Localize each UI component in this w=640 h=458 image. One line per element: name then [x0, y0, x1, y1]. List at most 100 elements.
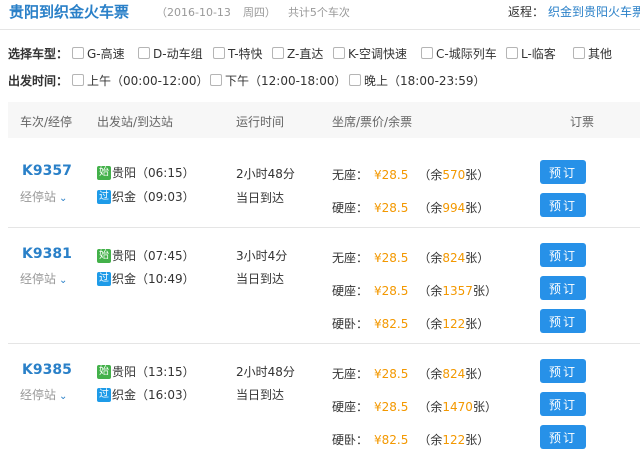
seat-option: 硬卧： ¥82.5 （余122张） [332, 317, 490, 331]
ticket-price: ¥28.5 [374, 168, 409, 182]
col-duration: 运行时间 [236, 115, 285, 129]
departure-time-label: 出发时间： [8, 74, 69, 88]
tickets-left: 122 [442, 433, 466, 447]
col-seats: 坐席/票价/余票 [332, 115, 413, 129]
col-stations: 出发站/到达站 [97, 115, 174, 129]
train-row: K9357 经停站 ⌄ 始贵阳（06:15） 过织金（09:03） 2小时48分 … [8, 138, 640, 228]
page-title: 贵阳到织金火车票 [9, 3, 130, 21]
train-row: K9381 经停站 ⌄ 始贵阳（07:45） 过织金（10:49） 3小时4分 当… [8, 228, 640, 344]
checkbox[interactable] [506, 47, 518, 59]
table-header: 车次/经停 出发站/到达站 运行时间 坐席/票价/余票 订票 [8, 102, 640, 138]
filter-morning[interactable]: 上午（00:00-12:00） [72, 70, 209, 90]
train-type-label: 选择车型： [8, 47, 69, 61]
train-count: 共计5个车次 [287, 6, 350, 19]
departure-station: 始贵阳（06:15） [97, 165, 195, 180]
filter-evening[interactable]: 晚上（18:00-23:59） [349, 70, 486, 90]
chevron-down-icon: ⌄ [59, 193, 68, 204]
tickets-left: 570 [442, 168, 466, 182]
filter-c-intercity[interactable]: C-城际列车 [421, 43, 497, 63]
checkbox[interactable] [213, 47, 225, 59]
book-button[interactable]: 预订 [540, 359, 586, 383]
ticket-price: ¥82.5 [374, 317, 409, 331]
seat-option: 硬座： ¥28.5 （余1470张） [332, 400, 497, 414]
seat-option: 无座： ¥28.5 （余570张） [332, 168, 490, 182]
arrival-day: 当日到达 [236, 388, 285, 402]
travel-duration: 3小时4分 [236, 249, 288, 263]
origin-badge: 始 [97, 165, 111, 180]
col-train: 车次/经停 [20, 115, 73, 129]
stops-toggle[interactable]: 经停站 ⌄ [20, 188, 67, 205]
tickets-left: 994 [442, 201, 466, 215]
filter-d-emu[interactable]: D-动车组 [138, 43, 203, 63]
tickets-left: 122 [442, 317, 466, 331]
ticket-price: ¥82.5 [374, 433, 409, 447]
arrival-station: 过织金（10:49） [97, 271, 195, 286]
tickets-left: 824 [442, 367, 466, 381]
arrival-station: 过织金（16:03） [97, 387, 195, 402]
travel-duration: 2小时48分 [236, 365, 295, 379]
tickets-left: 824 [442, 251, 466, 265]
book-button[interactable]: 预订 [540, 425, 586, 449]
book-button[interactable]: 预订 [540, 193, 586, 217]
checkbox[interactable] [573, 47, 585, 59]
return-trip-link[interactable]: 织金到贵阳火车票 [548, 3, 640, 20]
filter-g-high-speed[interactable]: G-高速 [72, 43, 125, 63]
seat-option: 硬座： ¥28.5 （余994张） [332, 201, 490, 215]
filter-z-direct[interactable]: Z-直达 [272, 43, 323, 63]
return-label: 返程： [508, 5, 545, 19]
search-summary: （2016-10-13 周四） 共计5个车次 [156, 4, 362, 20]
ticket-price: ¥28.5 [374, 400, 409, 414]
weekday: 周四） [242, 6, 276, 19]
book-button[interactable]: 预订 [540, 243, 586, 267]
seat-option: 硬座： ¥28.5 （余1357张） [332, 284, 497, 298]
train-number-link[interactable]: K9381 [22, 246, 72, 262]
checkbox[interactable] [138, 47, 150, 59]
passing-badge: 过 [97, 189, 111, 204]
ticket-price: ¥28.5 [374, 251, 409, 265]
tickets-left: 1470 [442, 400, 473, 414]
travel-duration: 2小时48分 [236, 167, 295, 181]
checkbox[interactable] [72, 47, 84, 59]
train-number-link[interactable]: K9385 [22, 362, 72, 378]
checkbox[interactable] [421, 47, 433, 59]
filter-afternoon[interactable]: 下午（12:00-18:00） [210, 70, 347, 90]
passing-badge: 过 [97, 387, 111, 402]
book-button[interactable]: 预订 [540, 309, 586, 333]
train-number-link[interactable]: K9357 [22, 163, 72, 179]
seat-option: 无座： ¥28.5 （余824张） [332, 367, 490, 381]
checkbox[interactable] [333, 47, 345, 59]
seat-option: 无座： ¥28.5 （余824张） [332, 251, 490, 265]
tickets-left: 1357 [442, 284, 473, 298]
filter-t-express[interactable]: T-特快 [213, 43, 263, 63]
departure-station: 始贵阳（13:15） [97, 364, 195, 379]
filter-k-fast[interactable]: K-空调快速 [333, 43, 407, 63]
ticket-price: ¥28.5 [374, 367, 409, 381]
arrival-station: 过织金（09:03） [97, 189, 195, 204]
origin-badge: 始 [97, 248, 111, 263]
book-button[interactable]: 预订 [540, 392, 586, 416]
travel-date: （2016-10-13 [156, 6, 231, 19]
passing-badge: 过 [97, 271, 111, 286]
origin-badge: 始 [97, 364, 111, 379]
book-button[interactable]: 预订 [540, 160, 586, 184]
checkbox[interactable] [349, 74, 361, 86]
col-book: 订票 [570, 115, 595, 129]
filter-other[interactable]: 其他 [573, 43, 612, 63]
stops-toggle[interactable]: 经停站 ⌄ [20, 386, 67, 403]
seat-option: 硬卧： ¥82.5 （余122张） [332, 433, 490, 447]
arrival-day: 当日到达 [236, 272, 285, 286]
ticket-price: ¥28.5 [374, 201, 409, 215]
arrival-day: 当日到达 [236, 191, 285, 205]
results-header: 贵阳到织金火车票 （2016-10-13 周四） 共计5个车次 返程： 织金到贵阳火… [0, 0, 640, 30]
stops-toggle[interactable]: 经停站 ⌄ [20, 270, 67, 287]
filter-l-temporary[interactable]: L-临客 [506, 43, 556, 63]
checkbox[interactable] [272, 47, 284, 59]
book-button[interactable]: 预订 [540, 276, 586, 300]
checkbox[interactable] [210, 74, 222, 86]
chevron-down-icon: ⌄ [59, 275, 68, 286]
ticket-price: ¥28.5 [374, 284, 409, 298]
checkbox[interactable] [72, 74, 84, 86]
chevron-down-icon: ⌄ [59, 391, 68, 402]
departure-station: 始贵阳（07:45） [97, 248, 195, 263]
train-row: K9385 经停站 ⌄ 始贵阳（13:15） 过织金（16:03） 2小时48分 … [8, 344, 640, 458]
